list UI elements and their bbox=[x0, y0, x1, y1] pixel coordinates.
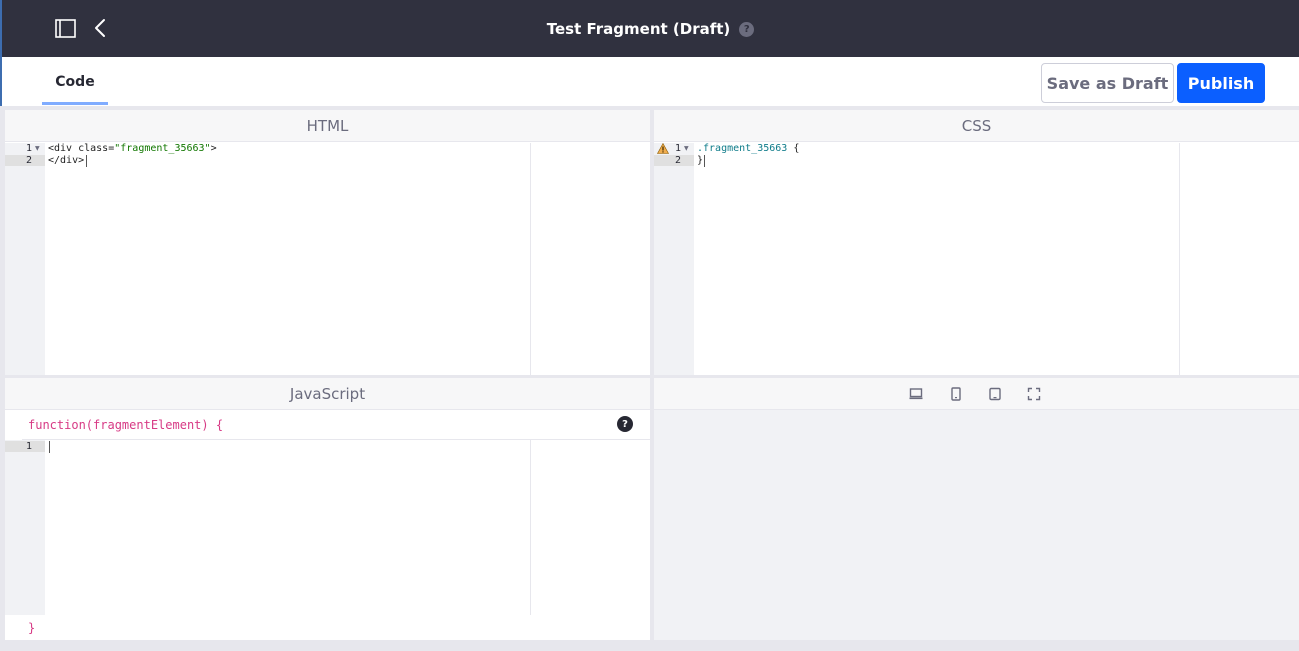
css-line-number: 2 bbox=[674, 155, 681, 166]
text-cursor bbox=[704, 155, 705, 167]
print-margin bbox=[530, 143, 531, 375]
html-line-number: 2 bbox=[25, 155, 32, 166]
css-panel-title: CSS bbox=[654, 110, 1299, 142]
tab-bar: Code Save as Draft Publish bbox=[0, 57, 1299, 106]
html-code-editor[interactable]: <div class="fragment_35663"> </div> bbox=[45, 143, 650, 375]
preview-panel bbox=[654, 378, 1299, 640]
js-wrapper-close: } bbox=[22, 615, 650, 640]
fold-arrow-icon[interactable]: ▼ bbox=[35, 143, 40, 155]
js-help-icon[interactable]: ? bbox=[617, 416, 633, 432]
help-icon[interactable]: ? bbox=[739, 22, 755, 37]
header-title-wrap: Test Fragment (Draft) ? bbox=[2, 0, 1299, 57]
desktop-icon[interactable] bbox=[909, 387, 923, 401]
css-editor-panel: CSS 1 ▼ 2 .fragment_35663 { } bbox=[654, 110, 1299, 375]
js-closing-brace: } bbox=[28, 621, 36, 635]
text-cursor bbox=[49, 441, 50, 453]
tablet-icon[interactable] bbox=[949, 387, 963, 401]
html-code-line: </div> bbox=[48, 155, 85, 166]
js-panel-title: JavaScript bbox=[5, 378, 650, 410]
css-line-number: 1 bbox=[674, 143, 681, 154]
html-panel-title: HTML bbox=[5, 110, 650, 142]
html-gutter bbox=[5, 143, 45, 375]
fold-arrow-icon[interactable]: ▼ bbox=[684, 143, 689, 155]
page-title: Test Fragment (Draft) bbox=[546, 19, 731, 38]
html-line-number: 1 bbox=[25, 143, 32, 154]
html-code-line: <div class="fragment_35663"> bbox=[48, 143, 217, 154]
html-editor-panel: HTML 1 ▼ 2 <div class="fragment_35663"> … bbox=[5, 110, 650, 375]
app-header: Test Fragment (Draft) ? bbox=[0, 0, 1299, 57]
preview-toolbar bbox=[654, 378, 1299, 410]
css-gutter bbox=[654, 143, 694, 375]
js-code-editor[interactable] bbox=[45, 440, 650, 615]
js-line-number: 1 bbox=[25, 441, 32, 452]
mobile-icon[interactable] bbox=[988, 387, 1002, 401]
tab-code[interactable]: Code bbox=[42, 57, 108, 106]
print-margin bbox=[530, 440, 531, 615]
publish-button[interactable]: Publish bbox=[1177, 63, 1265, 103]
css-code-line: .fragment_35663 { bbox=[697, 143, 800, 154]
preview-canvas bbox=[654, 410, 1299, 640]
js-gutter bbox=[5, 440, 45, 615]
js-editor-panel: JavaScript function(fragmentElement) { ?… bbox=[5, 378, 650, 640]
css-code-editor[interactable]: .fragment_35663 { } bbox=[694, 143, 1299, 375]
js-wrapper-open: function(fragmentElement) { ? bbox=[22, 410, 650, 440]
print-margin bbox=[1179, 143, 1180, 375]
css-code-line: } bbox=[697, 155, 704, 166]
js-function-signature: function(fragmentElement) { bbox=[28, 418, 224, 432]
text-cursor bbox=[86, 155, 87, 167]
custom-size-icon[interactable] bbox=[1027, 387, 1041, 401]
save-as-draft-button[interactable]: Save as Draft bbox=[1041, 63, 1174, 103]
